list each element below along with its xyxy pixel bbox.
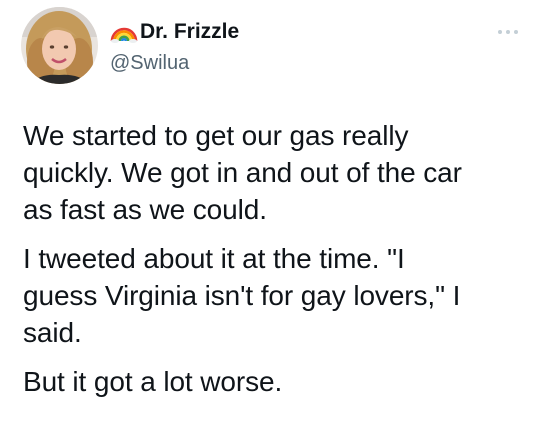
tweet-paragraph: I tweeted about it at the time. "I guess… (23, 243, 461, 348)
avatar[interactable] (21, 7, 98, 84)
author-display-name[interactable]: Dr. Frizzle (140, 18, 239, 46)
tweet-paragraph: But it got a lot worse. (23, 366, 283, 397)
more-options-button[interactable] (490, 20, 526, 44)
tweet-paragraph: We started to get our gas really quickly… (23, 120, 462, 225)
author-name-row: Dr. Frizzle (110, 18, 239, 46)
tweet-text: We started to get our gas really quickly… (23, 117, 528, 412)
author-handle[interactable]: @Swilua (110, 50, 189, 76)
avatar-image (21, 7, 98, 84)
tweet-card: Dr. Frizzle @Swilua We started to get ou… (0, 0, 540, 422)
rainbow-icon (110, 21, 138, 43)
more-options-icon (498, 30, 518, 34)
